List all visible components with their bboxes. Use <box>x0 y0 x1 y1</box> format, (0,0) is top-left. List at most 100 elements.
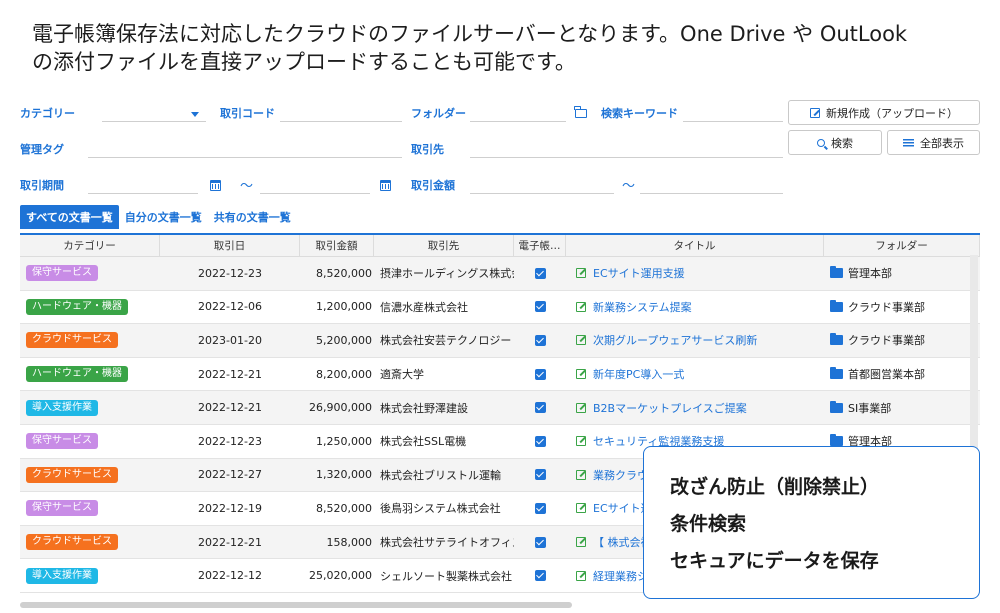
calendar-icon[interactable] <box>380 180 391 191</box>
e-ledger-checkbox[interactable] <box>534 267 546 279</box>
headline-line-1: 電子帳簿保存法に対応したクラウドのファイルサーバーとなります。One Drive… <box>32 22 908 46</box>
title-link[interactable]: 新業務システム提案 <box>576 299 692 315</box>
title-cell: 次期グループウェアサービス刷新 <box>566 324 824 357</box>
headline: 電子帳簿保存法に対応したクラウドのファイルサーバーとなります。One Drive… <box>32 20 982 76</box>
edit-icon <box>576 335 586 346</box>
e-ledger-checkbox[interactable] <box>534 469 546 481</box>
amount-from-input[interactable] <box>470 172 614 194</box>
column-header-amount[interactable]: 取引金額 <box>300 235 374 256</box>
new-upload-button[interactable]: 新規作成（アップロード） <box>788 100 980 125</box>
category-cell: ハードウェア・機器 <box>20 358 160 391</box>
amount-cell: 8,520,000 <box>316 501 372 515</box>
column-header-folder[interactable]: フォルダー <box>824 235 980 256</box>
e-ledger-cell <box>514 358 566 391</box>
period-from-input[interactable] <box>88 172 198 194</box>
folder-cell: SI事業部 <box>824 391 980 424</box>
e-ledger-checkbox[interactable] <box>534 402 546 414</box>
category-badge: 導入支援作業 <box>26 399 98 416</box>
amount-cell: 26,900,000 <box>309 401 372 415</box>
amount-label: 取引金額 <box>411 179 455 192</box>
folder-icon <box>830 400 843 413</box>
e-ledger-checkbox[interactable] <box>534 334 546 346</box>
new-upload-label: 新規作成（アップロード） <box>826 106 958 120</box>
category-cell: 導入支援作業 <box>20 559 160 592</box>
column-header-category[interactable]: カテゴリー <box>20 235 160 256</box>
category-cell: 保守サービス <box>20 425 160 458</box>
partner-label: 取引先 <box>411 143 444 156</box>
table-row[interactable]: クラウドサービス 2023-01-20 5,200,000 株式会社安芸テクノロジー 次… <box>20 324 980 358</box>
category-label: カテゴリー <box>20 107 75 120</box>
category-badge: ハードウェア・機器 <box>26 298 128 315</box>
table-row[interactable]: ハードウェア・機器 2022-12-06 1,200,000 信濃水産株式会社 新業務シ… <box>20 291 980 325</box>
title-link[interactable]: 新年度PC導入一式 <box>576 366 684 382</box>
tab-shared-documents[interactable]: 共有の文書一覧 <box>208 205 297 229</box>
period-label: 取引期間 <box>20 179 64 192</box>
tab-all-documents[interactable]: すべての文書一覧 <box>20 205 119 229</box>
folder-cell: 管理本部 <box>824 257 980 290</box>
calendar-icon[interactable] <box>210 180 221 191</box>
column-header-title[interactable]: タイトル <box>566 235 824 256</box>
folder-text: 管理本部 <box>848 267 892 281</box>
column-header-e-ledger[interactable]: 電子帳… <box>514 235 566 256</box>
feature-item: セキュアにデータを保存 <box>670 550 879 572</box>
category-cell: 保守サービス <box>20 257 160 290</box>
column-header-date[interactable]: 取引日 <box>160 235 300 256</box>
e-ledger-checkbox[interactable] <box>534 435 546 447</box>
period-to-input[interactable] <box>260 172 370 194</box>
code-input[interactable] <box>280 100 402 122</box>
folder-icon[interactable] <box>574 106 587 118</box>
keyword-input[interactable] <box>683 100 783 122</box>
feature-item: 条件検索 <box>670 513 747 535</box>
folder-input[interactable] <box>470 100 566 122</box>
search-icon <box>817 138 825 147</box>
partner-input[interactable] <box>470 136 783 158</box>
edit-icon <box>576 503 586 514</box>
e-ledger-cell <box>514 425 566 458</box>
category-cell: ハードウェア・機器 <box>20 291 160 324</box>
date-cell: 2023-01-20 <box>198 333 262 347</box>
edit-icon <box>576 301 586 312</box>
category-cell: 導入支援作業 <box>20 391 160 424</box>
title-link[interactable]: 次期グループウェアサービス刷新 <box>576 332 757 348</box>
title-cell: 新年度PC導入一式 <box>566 358 824 391</box>
table-row[interactable]: 保守サービス 2022-12-23 8,520,000 摂津ホールディングス株式会社 E… <box>20 257 980 291</box>
headline-line-2: の添付ファイルを直接アップロードすることも可能です。 <box>32 50 576 74</box>
folder-text: SI事業部 <box>848 401 892 415</box>
folder-text: クラウド事業部 <box>848 300 925 314</box>
horizontal-scrollbar[interactable] <box>20 602 572 608</box>
title-text: 新年度PC導入一式 <box>593 368 685 382</box>
e-ledger-checkbox[interactable] <box>534 301 546 313</box>
title-link[interactable]: ECサイト運用支援 <box>576 265 685 281</box>
tag-input[interactable] <box>88 136 402 158</box>
e-ledger-checkbox[interactable] <box>534 536 546 548</box>
folder-icon <box>830 367 843 380</box>
amount-cell: 158,000 <box>326 535 373 549</box>
show-all-button[interactable]: 全部表示 <box>887 130 980 155</box>
e-ledger-checkbox[interactable] <box>534 570 546 582</box>
column-header-partner[interactable]: 取引先 <box>374 235 514 256</box>
title-link[interactable]: B2Bマーケットプレイスご提案 <box>576 400 747 416</box>
title-cell: 新業務システム提案 <box>566 291 824 324</box>
date-cell: 2022-12-23 <box>198 266 262 280</box>
folder-text: クラウド事業部 <box>848 334 925 348</box>
amount-to-input[interactable] <box>640 172 783 194</box>
e-ledger-checkbox[interactable] <box>534 368 546 380</box>
edit-icon <box>576 469 586 480</box>
table-row[interactable]: ハードウェア・機器 2022-12-21 8,200,000 適斎大学 新年度PC導入一… <box>20 358 980 392</box>
amount-cell: 8,200,000 <box>316 367 372 381</box>
folder-icon <box>830 299 843 312</box>
edit-icon <box>810 107 820 118</box>
feature-callout: 改ざん防止（削除禁止） 条件検索 セキュアにデータを保存 <box>643 446 980 599</box>
folder-icon <box>830 333 843 346</box>
folder-icon <box>830 434 843 447</box>
table-row[interactable]: 導入支援作業 2022-12-21 26,900,000 株式会社野澤建設 B2Bマーケ… <box>20 391 980 425</box>
e-ledger-cell <box>514 391 566 424</box>
search-button[interactable]: 検索 <box>788 130 882 155</box>
category-cell: クラウドサービス <box>20 459 160 492</box>
chevron-down-icon[interactable] <box>191 112 199 117</box>
e-ledger-checkbox[interactable] <box>534 502 546 514</box>
category-select[interactable] <box>102 100 206 122</box>
title-cell: ECサイト運用支援 <box>566 257 824 290</box>
period-range-separator: ～ <box>240 179 254 194</box>
tab-my-documents[interactable]: 自分の文書一覧 <box>119 205 208 229</box>
